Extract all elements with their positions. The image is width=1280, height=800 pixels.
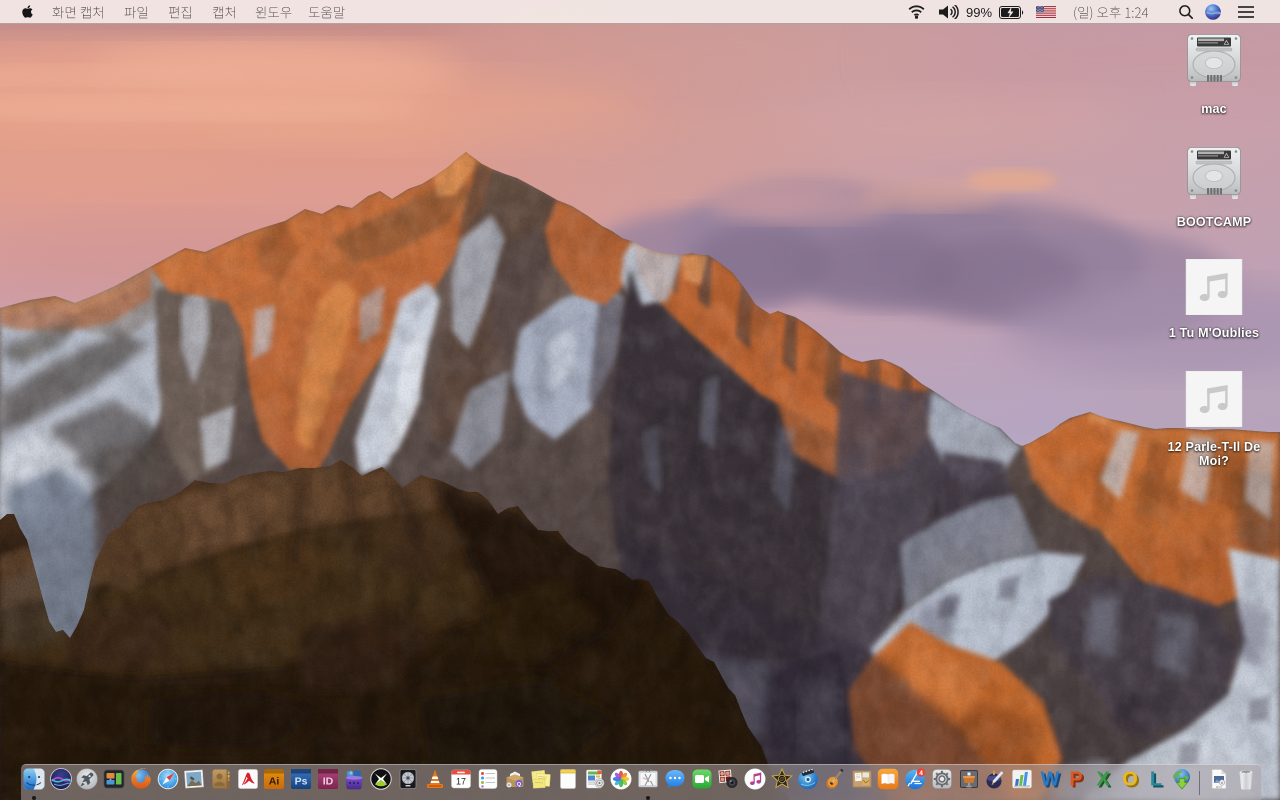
svg-text:Q: Q — [516, 782, 521, 788]
svg-text:X: X — [1096, 769, 1110, 791]
svg-text:4: 4 — [919, 770, 923, 777]
svg-text:Ps: Ps — [295, 776, 308, 788]
svg-text:W: W — [1040, 769, 1059, 791]
svg-text:ID: ID — [322, 776, 333, 788]
svg-text:O: O — [1122, 769, 1138, 791]
svg-text:MOV: MOV — [1216, 785, 1223, 789]
svg-text:Ai: Ai — [269, 776, 280, 788]
svg-text:P: P — [1070, 769, 1083, 791]
svg-text:17: 17 — [456, 777, 466, 787]
svg-text:L: L — [1150, 769, 1162, 791]
